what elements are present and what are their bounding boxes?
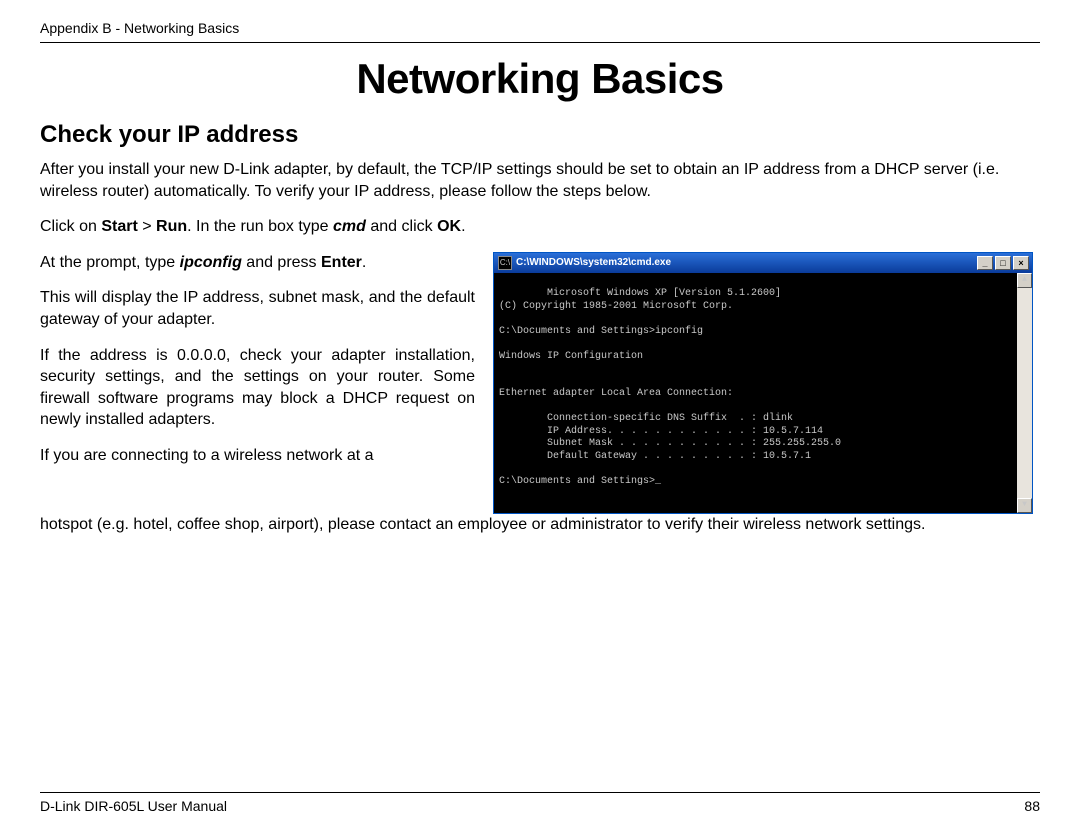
text-fragment: At the prompt, type — [40, 254, 180, 271]
cmd-icon: C:\ — [498, 256, 512, 270]
footer-left: D-Link DIR-605L User Manual — [40, 798, 227, 814]
bold-ok: OK — [437, 218, 461, 235]
cmd-title: C:\WINDOWS\system32\cmd.exe — [516, 257, 973, 268]
scroll-track[interactable] — [1017, 288, 1032, 498]
cmd-output-text: Microsoft Windows XP [Version 5.1.2600] … — [499, 288, 841, 487]
cmd-output: Microsoft Windows XP [Version 5.1.2600] … — [494, 273, 1032, 513]
cmd-window: C:\ C:\WINDOWS\system32\cmd.exe _ □ × Mi… — [493, 252, 1033, 514]
text-fragment: and click — [366, 218, 437, 235]
text-fragment: Click on — [40, 218, 101, 235]
header-rule — [40, 42, 1040, 43]
page-title: Networking Basics — [40, 55, 1040, 103]
step-2-paragraph: At the prompt, type ipconfig and press E… — [40, 252, 475, 274]
paragraph-4: If the address is 0.0.0.0, check your ad… — [40, 345, 475, 431]
close-button[interactable]: × — [1013, 256, 1029, 270]
intro-paragraph: After you install your new D-Link adapte… — [40, 159, 1040, 202]
paragraph-5-rest: hotspot (e.g. hotel, coffee shop, airpor… — [40, 514, 1040, 536]
maximize-button[interactable]: □ — [995, 256, 1011, 270]
section-heading: Check your IP address — [40, 121, 1040, 149]
bold-enter: Enter — [321, 254, 362, 271]
scroll-down-button[interactable]: ▼ — [1017, 498, 1032, 513]
bold-start: Start — [101, 218, 137, 235]
cmd-scrollbar[interactable]: ▲ ▼ — [1017, 273, 1032, 513]
footer-rule — [40, 792, 1040, 793]
text-fragment: . — [461, 218, 465, 235]
text-fragment: and press — [242, 254, 321, 271]
text-fragment: > — [138, 218, 156, 235]
italic-ipconfig: ipconfig — [180, 254, 242, 271]
paragraph-5-lead: If you are connecting to a wireless netw… — [40, 445, 475, 467]
right-column: C:\ C:\WINDOWS\system32\cmd.exe _ □ × Mi… — [493, 252, 1040, 514]
text-fragment: . — [362, 254, 366, 271]
left-column: At the prompt, type ipconfig and press E… — [40, 252, 475, 467]
minimize-button[interactable]: _ — [977, 256, 993, 270]
step-1-paragraph: Click on Start > Run. In the run box typ… — [40, 216, 1040, 238]
cmd-titlebar[interactable]: C:\ C:\WINDOWS\system32\cmd.exe _ □ × — [494, 253, 1032, 273]
bold-run: Run — [156, 218, 187, 235]
italic-cmd: cmd — [333, 218, 366, 235]
text-fragment: . In the run box type — [187, 218, 333, 235]
footer: D-Link DIR-605L User Manual 88 — [40, 792, 1040, 814]
scroll-up-button[interactable]: ▲ — [1017, 273, 1032, 288]
page-number: 88 — [1024, 798, 1040, 814]
header-breadcrumb: Appendix B - Networking Basics — [40, 20, 1040, 42]
paragraph-3: This will display the IP address, subnet… — [40, 287, 475, 330]
